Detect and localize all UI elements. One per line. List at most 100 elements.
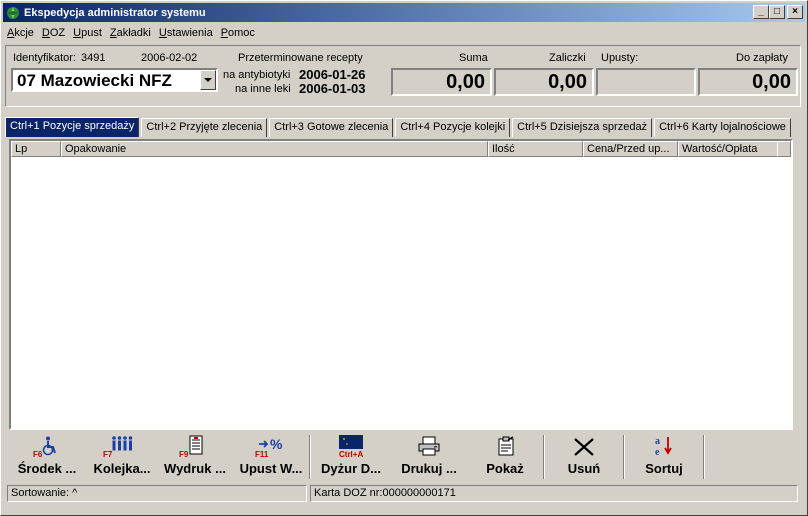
srodek-label: Środek ... — [17, 461, 77, 476]
do-zaplaty-value: 0,00 — [698, 68, 798, 96]
moon-night-icon — [339, 435, 363, 449]
window-title: Ekspedycja administrator systemu — [24, 6, 206, 19]
window-controls: _ □ × — [753, 5, 803, 19]
suma-label: Suma — [459, 52, 488, 64]
other-drugs-label: na inne leki — [235, 83, 291, 95]
tab-gotowe-zlecenia[interactable]: Ctrl+3 Gotowe zlecenia — [269, 118, 394, 137]
main-window: Ekspedycja administrator systemu _ □ × A… — [0, 0, 808, 516]
status-bar: Sortowanie: ^ Karta DOZ nr:000000000171 — [7, 485, 801, 503]
svg-text:%: % — [270, 437, 283, 451]
menu-bar: Akcje DOZ Upust Zakładki Ustawienia Pomo… — [3, 23, 805, 42]
usun-button[interactable]: Usuń — [545, 434, 623, 480]
grid-header: Lp Opakowanie Ilość Cena/Przed up... War… — [11, 141, 791, 157]
suma-value: 0,00 — [391, 68, 492, 96]
tab-karty-lojalnosciowe[interactable]: Ctrl+6 Karty lojalnościowe — [654, 118, 791, 137]
drukuj-button[interactable]: Drukuj ... — [391, 434, 467, 480]
menu-doz[interactable]: DOZ — [38, 27, 69, 39]
upusty-value — [596, 68, 696, 96]
menu-akcje[interactable]: Akcje — [3, 27, 38, 39]
dyzur-label: Dyżur D... — [321, 461, 381, 476]
wheelchair-icon — [42, 436, 56, 456]
kolejka-label: Kolejka... — [93, 461, 151, 476]
identifier-value: 3491 — [81, 52, 106, 64]
svg-text:a: a — [655, 436, 660, 447]
menu-pomoc[interactable]: Pomoc — [217, 27, 259, 39]
wydruk-button[interactable]: F9 Wydruk ... — [157, 434, 233, 480]
usun-label: Usuń — [567, 461, 601, 476]
menu-upust-label: pust — [81, 26, 102, 39]
menu-doz-label: OZ — [49, 26, 66, 39]
dyzur-button[interactable]: Ctrl+A Dyżur D... — [311, 434, 391, 480]
title-bar[interactable]: Ekspedycja administrator systemu _ □ × — [3, 3, 805, 22]
printer-icon — [418, 436, 440, 456]
column-cena[interactable]: Cena/Przed up... — [583, 141, 678, 157]
upust-button[interactable]: F11 % Upust W... — [233, 434, 309, 480]
menu-upust-accel: U — [73, 26, 82, 39]
payer-dropdown-button[interactable] — [200, 70, 216, 90]
delete-x-icon — [574, 438, 594, 456]
minimize-button[interactable]: _ — [753, 5, 769, 19]
people-queue-icon — [112, 436, 133, 451]
clipboard-icon — [498, 436, 514, 456]
expired-prescriptions-label: Przeterminowane recepty — [238, 52, 363, 64]
upusty-label: Upusty: — [601, 52, 639, 64]
srodek-button[interactable]: F6 Środek ... — [7, 434, 87, 480]
identifier-label: Identyfikator: — [13, 52, 76, 64]
document-print-icon — [189, 435, 203, 455]
column-opakowanie[interactable]: Opakowanie — [61, 141, 488, 157]
close-button[interactable]: × — [787, 5, 803, 19]
menu-ustawienia[interactable]: Ustawienia — [155, 27, 217, 39]
wydruk-label: Wydruk ... — [164, 461, 226, 476]
discount-percent-icon: % — [259, 437, 283, 451]
menu-zakladki-accel: Z — [109, 26, 117, 39]
status-sort: Sortowanie: ^ — [7, 485, 307, 502]
tab-pozycje-sprzedazy[interactable]: Ctrl+1 Pozycje sprzedaży — [5, 117, 140, 137]
other-drugs-date: 2006-01-03 — [299, 81, 366, 96]
status-card-number: Karta DOZ nr:000000000171 — [310, 485, 798, 502]
tab-przyjete-zlecenia[interactable]: Ctrl+2 Przyjęte zlecenia — [141, 118, 268, 137]
maximize-button[interactable]: □ — [769, 5, 785, 19]
chevron-down-icon — [204, 77, 212, 82]
drukuj-label: Drukuj ... — [401, 461, 457, 476]
upust-shortcut: F11 — [255, 450, 269, 459]
menu-upust[interactable]: Upust — [69, 27, 106, 39]
svg-text:e: e — [655, 447, 660, 457]
sales-items-grid[interactable]: Lp Opakowanie Ilość Cena/Przed up... War… — [9, 139, 793, 430]
menu-pomoc-accel: P — [220, 26, 229, 39]
do-zaplaty-label: Do zapłaty — [736, 52, 788, 64]
toolbar-separator — [703, 435, 705, 479]
column-lp[interactable]: Lp — [11, 141, 61, 157]
app-leaf-icon — [7, 6, 19, 19]
menu-ustawienia-label: stawienia — [166, 26, 213, 39]
antibiotics-label: na antybiotyki — [223, 69, 291, 81]
column-wartosc[interactable]: Wartość/Opłata — [678, 141, 789, 157]
antibiotics-date: 2006-01-26 — [299, 67, 366, 82]
dyzur-shortcut: Ctrl+A — [339, 450, 364, 459]
payer-select[interactable]: 07 Mazowiecki NFZ — [11, 68, 218, 92]
pokaz-button[interactable]: Pokaż — [467, 434, 543, 480]
menu-akcje-label: kcje — [14, 26, 34, 39]
zaliczki-label: Zaliczki — [549, 52, 586, 64]
action-toolbar: F6 Środek ... F7 Kolejka... F9 Wydruk ..… — [7, 434, 793, 482]
header-panel: Identyfikator: 3491 2006-02-02 07 Mazowi… — [1, 43, 808, 109]
menu-doz-accel: D — [41, 26, 50, 39]
menu-zakladki-label: akładki — [116, 26, 151, 39]
sort-icon: a e — [655, 436, 672, 457]
zaliczki-value: 0,00 — [494, 68, 594, 96]
column-ilosc[interactable]: Ilość — [488, 141, 583, 157]
tab-pozycje-kolejki[interactable]: Ctrl+4 Pozycje kolejki — [395, 118, 511, 137]
upust-label: Upust W... — [239, 461, 303, 476]
session-date: 2006-02-02 — [141, 52, 198, 64]
payer-value: 07 Mazowiecki NFZ — [17, 71, 172, 90]
tab-strip: Ctrl+1 Pozycje sprzedaży Ctrl+2 Przyjęte… — [5, 117, 793, 137]
grid-corner — [777, 141, 791, 157]
sortuj-label: Sortuj — [645, 461, 683, 476]
sortuj-button[interactable]: a e Sortuj — [625, 434, 703, 480]
kolejka-button[interactable]: F7 Kolejka... — [87, 434, 157, 480]
pokaz-label: Pokaż — [486, 461, 524, 476]
menu-zakladki[interactable]: Zakładki — [106, 27, 155, 39]
menu-ustawienia-accel: U — [158, 26, 167, 39]
wydruk-shortcut: F9 — [179, 450, 189, 459]
menu-pomoc-label: omoc — [228, 26, 255, 39]
tab-dzisiejsza-sprzedaz[interactable]: Ctrl+5 Dzisiejsza sprzedaż — [512, 118, 653, 137]
